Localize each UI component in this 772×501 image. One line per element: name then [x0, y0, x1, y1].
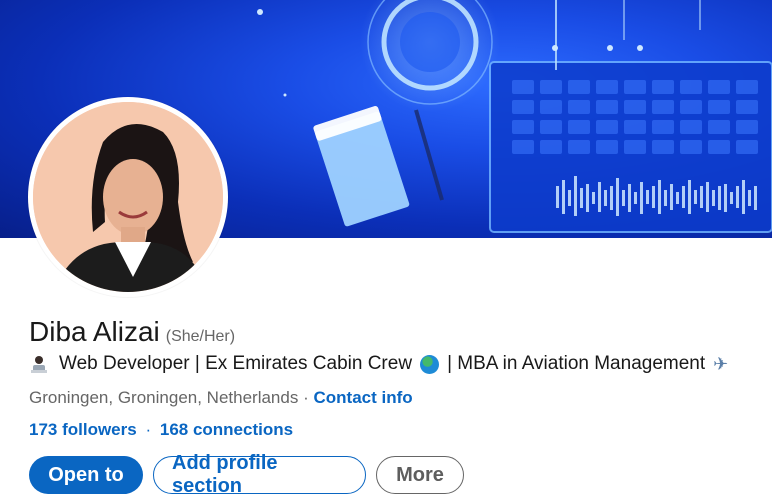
add-profile-section-button[interactable]: Add profile section: [153, 452, 366, 497]
globe-icon: [420, 354, 440, 374]
pronouns: (She/Her): [165, 328, 236, 345]
woman-technologist-icon: [31, 356, 47, 373]
network-separator: ·: [145, 420, 152, 439]
profile-name-row: Diba Alizai (She/Her): [29, 316, 235, 348]
contact-info-link[interactable]: Contact info: [313, 388, 412, 407]
location-row: Groningen, Groningen, Netherlands · Cont…: [29, 388, 413, 408]
profile-name: Diba Alizai: [29, 316, 160, 347]
headline-text: Web Developer | Ex Emirates Cabin Crew: [59, 353, 413, 374]
headline-text-tail: | MBA in Aviation Management: [447, 353, 706, 374]
connections-link[interactable]: 168 connections: [160, 420, 293, 439]
open-to-button[interactable]: Open to: [29, 456, 143, 494]
avatar: [33, 102, 223, 292]
network-row: 173 followers · 168 connections: [29, 420, 293, 440]
separator: ·: [303, 388, 309, 407]
profile-headline: Web Developer | Ex Emirates Cabin Crew |…: [29, 353, 728, 375]
airplane-icon: ✈: [713, 353, 729, 374]
followers-link[interactable]: 173 followers: [29, 420, 137, 439]
profile-actions: Open to Add profile section More: [29, 452, 464, 497]
avatar-portrait: [33, 102, 223, 292]
profile-photo[interactable]: [28, 97, 228, 297]
more-button[interactable]: More: [376, 456, 464, 494]
location: Groningen, Groningen, Netherlands: [29, 388, 299, 407]
